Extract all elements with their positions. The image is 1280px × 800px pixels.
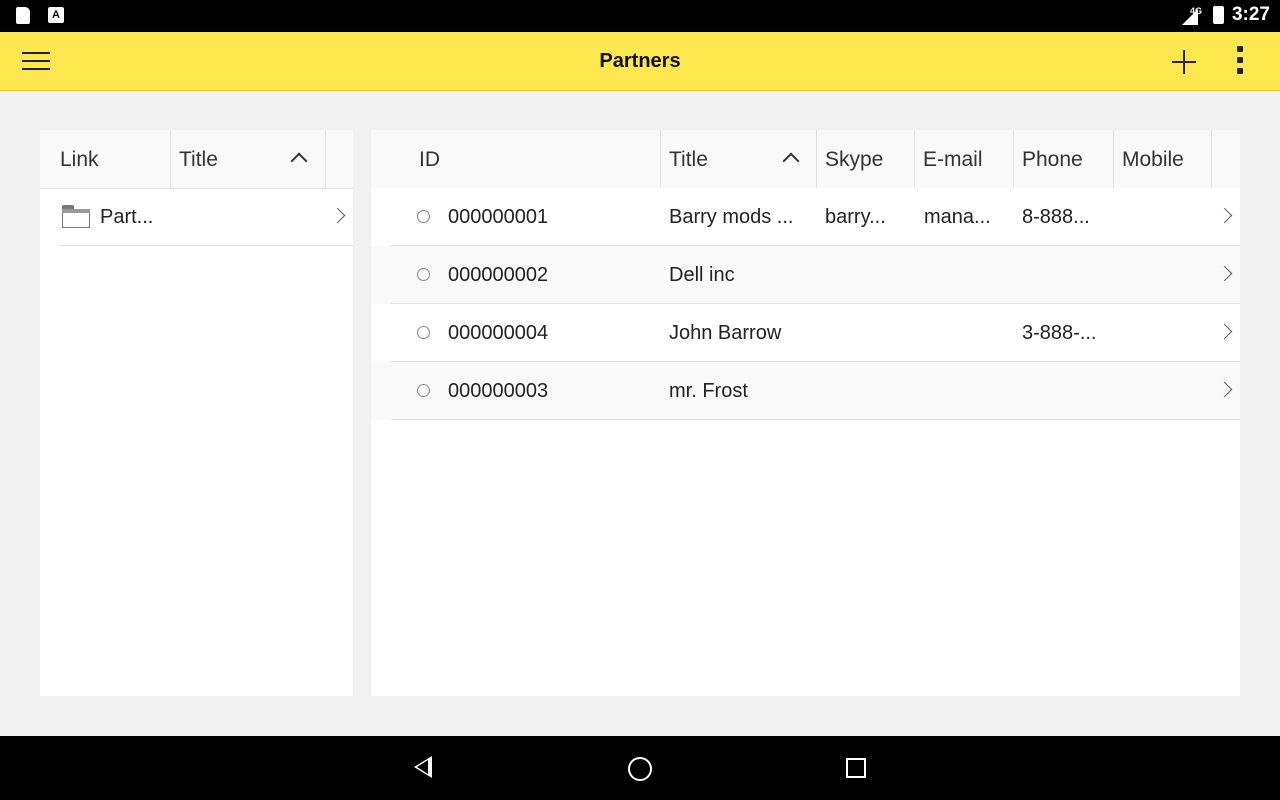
- table-row[interactable]: 000000001 Barry mods ... barry... mana..…: [371, 188, 1240, 246]
- row-title: Dell inc: [669, 264, 735, 286]
- partners-table-header: ID Title Skype E-mail Phone Mobile: [371, 130, 1240, 189]
- row-id: 000000004: [448, 322, 549, 344]
- row-select-radio[interactable]: [417, 268, 430, 281]
- row-title: Barry mods ...: [669, 206, 794, 228]
- a-notification-icon: A: [48, 7, 64, 23]
- row-id: 000000003: [448, 380, 549, 402]
- chevron-right-icon[interactable]: [1216, 265, 1233, 282]
- column-header-title[interactable]: Title: [661, 130, 817, 188]
- row-select-radio[interactable]: [417, 384, 430, 397]
- row-title: John Barrow: [669, 322, 782, 344]
- row-title: mr. Frost: [669, 380, 748, 402]
- status-bar: A 4G 3:27: [0, 0, 1280, 32]
- row-id: 000000001: [448, 206, 549, 228]
- left-table-header: Link Title: [40, 130, 353, 189]
- sd-card-icon: [16, 7, 30, 24]
- back-icon[interactable]: [414, 756, 432, 778]
- column-header-id[interactable]: ID: [371, 130, 661, 188]
- column-header-email[interactable]: E-mail: [915, 130, 1014, 188]
- link-tree-panel: Link Title Part...: [40, 130, 353, 696]
- signal-icon: [1182, 9, 1198, 25]
- partners-table-panel: ID Title Skype E-mail Phone Mobile 00000…: [371, 130, 1240, 696]
- page-title: Partners: [599, 50, 681, 72]
- table-row[interactable]: 000000002 Dell inc: [371, 246, 1240, 304]
- column-header-title[interactable]: Title: [171, 130, 326, 188]
- row-phone: 8-888...: [1022, 206, 1090, 228]
- row-id: 000000002: [448, 264, 549, 286]
- row-skype: barry...: [825, 206, 886, 228]
- sort-ascending-icon: [782, 152, 800, 170]
- tree-row-title: Part...: [100, 206, 154, 228]
- clock: 3:27: [1231, 4, 1270, 25]
- home-icon[interactable]: [628, 757, 652, 781]
- column-header-phone[interactable]: Phone: [1014, 130, 1114, 188]
- chevron-right-icon[interactable]: [1216, 323, 1233, 340]
- column-header-label: Title: [179, 148, 218, 171]
- column-header-skype[interactable]: Skype: [817, 130, 915, 188]
- chevron-right-icon[interactable]: [329, 207, 346, 224]
- row-select-radio[interactable]: [417, 326, 430, 339]
- sort-ascending-icon: [290, 152, 308, 170]
- folder-icon: [62, 205, 90, 228]
- column-header-link[interactable]: Link: [40, 130, 171, 188]
- column-header-mobile[interactable]: Mobile: [1114, 130, 1212, 188]
- column-header-label: Title: [669, 148, 708, 171]
- row-email: mana...: [924, 206, 991, 228]
- tree-row[interactable]: Part...: [40, 188, 353, 246]
- chevron-right-icon[interactable]: [1216, 381, 1233, 398]
- more-vertical-icon[interactable]: [1232, 46, 1248, 78]
- table-row[interactable]: 000000003 mr. Frost: [371, 362, 1240, 420]
- system-navigation-bar: [0, 736, 1280, 800]
- app-bar: Partners: [0, 32, 1280, 91]
- chevron-right-icon[interactable]: [1216, 207, 1233, 224]
- table-row[interactable]: 000000004 John Barrow 3-888-...: [371, 304, 1240, 362]
- recent-apps-icon[interactable]: [846, 758, 866, 778]
- plus-icon[interactable]: [1170, 48, 1198, 76]
- row-phone: 3-888-...: [1022, 322, 1097, 344]
- row-select-radio[interactable]: [417, 210, 430, 223]
- battery-icon: [1213, 6, 1224, 24]
